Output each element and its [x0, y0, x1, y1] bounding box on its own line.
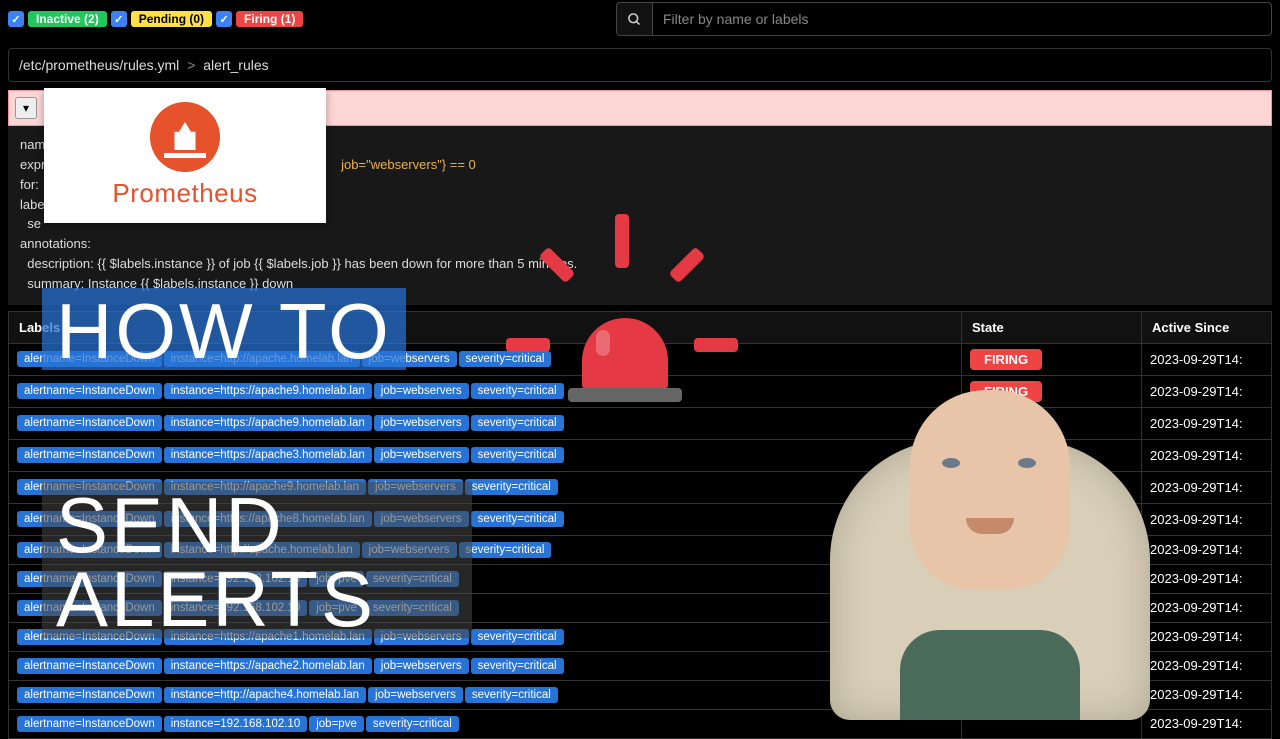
- label-tag[interactable]: severity=critical: [471, 658, 564, 674]
- label-tag[interactable]: instance=https://apache2.homelab.lan: [164, 658, 372, 674]
- presenter-head: [910, 390, 1070, 590]
- breadcrumb-sep: >: [183, 57, 199, 73]
- state-badge-firing: FIRING: [970, 349, 1042, 370]
- label-tag[interactable]: alertname=InstanceDown: [17, 716, 162, 732]
- prometheus-flame-icon: [150, 102, 220, 172]
- label-tag[interactable]: job=pve: [309, 716, 364, 732]
- label-tag[interactable]: instance=http://apache4.homelab.lan: [164, 687, 366, 703]
- breadcrumb-path[interactable]: /etc/prometheus/rules.yml: [19, 57, 179, 73]
- label-tag[interactable]: alertname=InstanceDown: [17, 687, 162, 703]
- breadcrumb: /etc/prometheus/rules.yml > alert_rules: [8, 48, 1272, 82]
- col-since: Active Since: [1142, 311, 1272, 343]
- prometheus-logo-card: Prometheus: [44, 88, 326, 223]
- col-state: State: [962, 311, 1142, 343]
- checkbox-pending[interactable]: ✓: [111, 11, 127, 27]
- search-input[interactable]: [652, 2, 1272, 36]
- siren-ray-icon: [694, 338, 738, 352]
- chevron-down-icon[interactable]: ▾: [15, 97, 37, 119]
- label-tag[interactable]: severity=critical: [465, 687, 558, 703]
- alert-siren-icon: [560, 282, 690, 402]
- label-tag[interactable]: severity=critical: [459, 351, 552, 367]
- checkbox-inactive[interactable]: ✓: [8, 11, 24, 27]
- presenter-photo: [790, 370, 1190, 720]
- label-tag[interactable]: job=webservers: [374, 658, 469, 674]
- label-tag[interactable]: severity=critical: [471, 511, 564, 527]
- filter-pending[interactable]: Pending (0): [131, 11, 212, 27]
- label-tag[interactable]: severity=critical: [471, 383, 564, 399]
- label-tag[interactable]: severity=critical: [471, 447, 564, 463]
- search-icon[interactable]: [616, 2, 652, 36]
- siren-ray-icon: [615, 214, 629, 268]
- label-tag[interactable]: severity=critical: [471, 629, 564, 645]
- filter-bar: ✓ Inactive (2) ✓ Pending (0) ✓ Firing (1…: [0, 0, 1280, 42]
- label-tag[interactable]: instance=192.168.102.10: [164, 716, 308, 732]
- filter-inactive[interactable]: Inactive (2): [28, 11, 107, 27]
- video-title-overlay: HOW TO SEND ALERTS: [42, 288, 472, 638]
- label-tag[interactable]: job=webservers: [368, 687, 463, 703]
- title-line-1: HOW TO: [42, 288, 406, 370]
- breadcrumb-group[interactable]: alert_rules: [203, 57, 268, 73]
- label-tag[interactable]: severity=critical: [465, 479, 558, 495]
- checkbox-firing[interactable]: ✓: [216, 11, 232, 27]
- prometheus-wordmark: Prometheus: [112, 178, 257, 209]
- filter-firing[interactable]: Firing (1): [236, 11, 303, 27]
- label-tag[interactable]: alertname=InstanceDown: [17, 658, 162, 674]
- label-tag[interactable]: severity=critical: [471, 415, 564, 431]
- siren-ray-icon: [506, 338, 550, 352]
- title-line-2: SEND ALERTS: [42, 482, 472, 638]
- label-tag[interactable]: severity=critical: [366, 716, 459, 732]
- label-tag[interactable]: severity=critical: [459, 542, 552, 558]
